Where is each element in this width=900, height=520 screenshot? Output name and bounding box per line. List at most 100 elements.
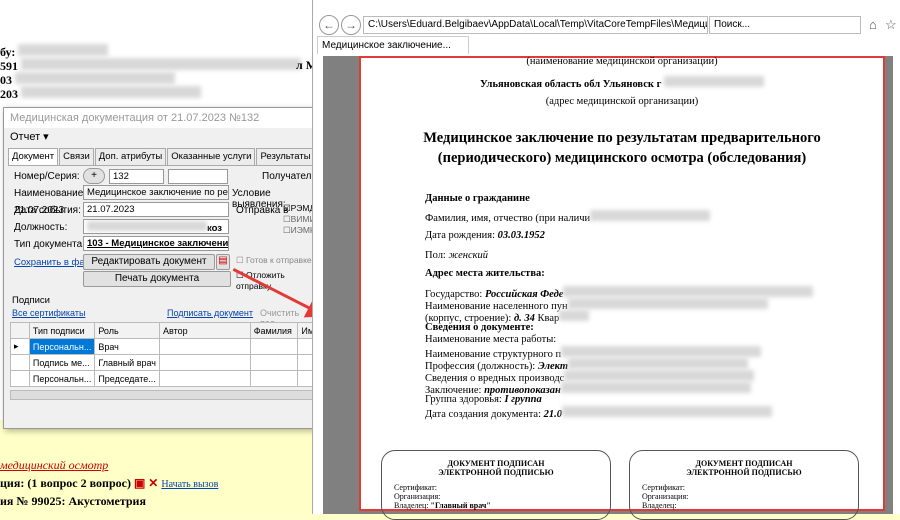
bg-text-3: 03 [0, 73, 12, 87]
cell-sign-type[interactable]: Подпись ме... [28, 354, 96, 371]
name-label: Наименование: [14, 188, 87, 199]
stamp-1-line1: ДОКУМЕНТ ПОДПИСАН [447, 459, 545, 468]
sex-label: Пол: [425, 250, 446, 261]
bg-text-2: 591 [0, 59, 18, 73]
bg-audio: ия № 99025: Акустометрия [0, 494, 146, 508]
birth-label: Дата рождения: [425, 230, 496, 241]
signatures-table: Тип подписи Роль Автор Фамилия Им ▸ Персональ… [10, 322, 318, 387]
stamp-1-org: Организация: [394, 492, 441, 501]
tab-links[interactable]: Связи [59, 148, 94, 165]
ready-checkbox[interactable]: ☐ [236, 255, 244, 265]
stamp-1-owner: Владелец: [394, 501, 429, 510]
doctype-input[interactable]: 103 - Медицинское заключение по [83, 236, 229, 251]
tab-document[interactable]: Документ [8, 148, 59, 165]
group-value: I группа [504, 394, 542, 405]
col-sign-type[interactable]: Тип подписи [28, 322, 96, 339]
doctype-label: Тип документа: [14, 239, 85, 250]
row-marker: ▸ [10, 338, 30, 355]
col-role[interactable]: Роль [94, 322, 160, 339]
post-value: коз [207, 223, 223, 234]
cell-role[interactable]: Главный врач [94, 354, 160, 371]
print-document-button[interactable]: Печать документа [83, 271, 231, 287]
back-icon[interactable]: ← [319, 15, 339, 35]
cell-role[interactable]: Врач [94, 338, 160, 355]
bg-text-1: бу: [0, 45, 16, 59]
iemk-checkbox[interactable]: ☐ [283, 225, 291, 235]
signature-stamp-1: ДОКУМЕНТ ПОДПИСАН ЭЛЕКТРОННОЙ ПОДПИСЬЮ С… [381, 450, 611, 520]
col-surname[interactable]: Фамилия [249, 322, 299, 339]
star-icon[interactable]: ☆ [885, 17, 897, 33]
home-icon[interactable]: ⌂ [869, 17, 877, 32]
group-label: Группа здоровья: [425, 394, 502, 405]
stamp-2-owner: Владелец: [642, 501, 677, 510]
search-input[interactable]: Поиск... [709, 16, 861, 34]
stamp-2-cert: Сертификат: [642, 483, 685, 492]
plus-button[interactable]: + [83, 168, 105, 184]
vimis-checkbox[interactable]: ☐ [283, 214, 291, 224]
send-label: Отправка в [236, 205, 289, 216]
sex-value: женский [448, 250, 489, 261]
event-date-input[interactable]: 21.07.2023 [83, 202, 229, 217]
stamp-2-line2: ЭЛЕКТРОННОЙ ПОДПИСЬЮ [686, 468, 802, 477]
browser-window: ← → C:\Users\Eduard.Belgibaev\AppData\Lo… [312, 0, 900, 520]
series-input[interactable] [168, 169, 228, 184]
tab-services[interactable]: Оказанные услуги [167, 148, 256, 165]
document-viewer: (наименование медицинской организации) У… [323, 56, 893, 520]
signs-label: Подписи [12, 295, 50, 306]
created-value: 21.0 [543, 409, 562, 420]
bg-exam-link[interactable]: медицинский осмотр [0, 458, 108, 473]
document-page: (наименование медицинской организации) У… [359, 56, 885, 520]
doc-title-1: Медицинское заключение по результатам пр… [423, 130, 821, 146]
name-input[interactable]: Медицинское заключение по результатам [83, 185, 229, 200]
edit-document-button[interactable]: Редактировать документ [83, 254, 215, 270]
table-row[interactable]: ▸ Персональн... Врач [10, 338, 318, 355]
bg-question: ция: (1 вопрос 2 вопрос) [0, 476, 131, 490]
recipient-label: Получатель: [262, 171, 320, 182]
bg-text-4: 203 [0, 87, 18, 101]
tab-document[interactable]: Медицинское заключение... [317, 36, 469, 54]
stamp-1-cert: Сертификат: [394, 483, 437, 492]
start-call-link[interactable]: Начать вызов [161, 479, 218, 490]
dialog-title: Медицинская документация от 21.07.2023 №… [4, 108, 316, 128]
pdf-icon[interactable]: ▤ [216, 254, 230, 270]
stamp-2-line1: ДОКУМЕНТ ПОДПИСАН [695, 459, 793, 468]
citizen-head: Данные о гражданине [425, 193, 530, 204]
remd-checkbox[interactable]: ☑ [283, 203, 291, 213]
doc-title-2: (периодического) медицинского осмотра (о… [437, 150, 807, 166]
all-certs-link[interactable]: Все сертификаты [12, 308, 85, 318]
number-input[interactable]: 132 [109, 169, 164, 184]
org-name-note: (наименование медицинской организации) [526, 56, 718, 67]
cell-role[interactable]: Председате... [94, 370, 160, 387]
col-marker [10, 322, 30, 339]
cell-sign-type[interactable]: Персональн... [28, 338, 96, 355]
stamp-1-line2: ЭЛЕКТРОННОЙ ПОДПИСЬЮ [438, 468, 554, 477]
birth-value: 03.03.1952 [497, 230, 545, 241]
horizontal-scrollbar[interactable] [10, 390, 314, 400]
event-date-label: Дата события: [14, 205, 81, 216]
signature-stamp-2: ДОКУМЕНТ ПОДПИСАН ЭЛЕКТРОННОЙ ПОДПИСЬЮ С… [629, 450, 859, 520]
report-menu[interactable]: Отчет ▾ [4, 128, 316, 146]
docinfo-head: Сведения о документе: [425, 322, 534, 333]
table-row[interactable]: Персональн... Председате... [10, 370, 318, 387]
work-label: Наименование места работы: [425, 334, 557, 345]
created-label: Дата создания документа: [425, 409, 541, 420]
stamp-1-owner-value: "Главный врач" [430, 501, 491, 510]
medical-doc-dialog: Медицинская документация от 21.07.2023 №… [3, 107, 373, 429]
address-bar[interactable]: C:\Users\Eduard.Belgibaev\AppData\Local\… [363, 16, 708, 34]
ready-label: Готов к отправке [246, 255, 312, 265]
address-head: Адрес места жительства: [425, 268, 545, 279]
post-label: Должность: [14, 222, 68, 233]
fio-label: Фамилия, имя, отчество (при наличи [425, 213, 591, 224]
stamp-2-org: Организация: [642, 492, 689, 501]
col-author[interactable]: Автор [158, 322, 251, 339]
addr-note: (адрес медицинской организации) [545, 96, 699, 107]
tab-attributes[interactable]: Доп. атрибуты [94, 148, 167, 165]
bg-icons[interactable]: ▣ ✕ [134, 476, 158, 490]
sign-document-link[interactable]: Подписать документ [167, 308, 253, 318]
number-label: Номер/Серия: [14, 171, 80, 182]
table-row[interactable]: Подпись ме... Главный врач [10, 354, 318, 371]
flat-label: Квар [537, 313, 560, 324]
dialog-tabs: Документ Связи Доп. атрибуты Оказанные у… [8, 148, 373, 166]
forward-icon[interactable]: → [341, 15, 361, 35]
cell-sign-type[interactable]: Персональн... [28, 370, 96, 387]
